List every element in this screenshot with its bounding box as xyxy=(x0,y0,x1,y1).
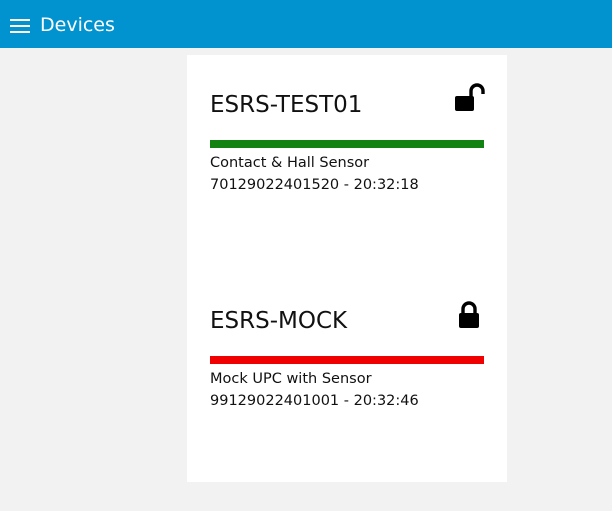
device-serial-time: 70129022401520 - 20:32:18 xyxy=(210,177,419,193)
page-title: Devices xyxy=(40,14,115,36)
device-card[interactable]: ESRS-TEST01 Contact & Hall Sensor 701290… xyxy=(187,55,507,255)
device-name: ESRS-MOCK xyxy=(210,308,348,334)
menu-line xyxy=(10,31,30,33)
hamburger-menu-icon[interactable] xyxy=(10,17,30,33)
device-card[interactable]: ESRS-MOCK Mock UPC with Sensor 991290224… xyxy=(187,271,507,471)
lock-closed-icon[interactable] xyxy=(453,299,485,329)
menu-line xyxy=(10,25,30,27)
device-type: Contact & Hall Sensor xyxy=(210,155,370,171)
menu-line xyxy=(10,19,30,21)
status-bar xyxy=(210,356,484,364)
device-serial-time: 99129022401001 - 20:32:46 xyxy=(210,393,419,409)
device-name: ESRS-TEST01 xyxy=(210,92,363,118)
device-list: ESRS-TEST01 Contact & Hall Sensor 701290… xyxy=(187,55,507,482)
lock-open-icon[interactable] xyxy=(453,83,485,113)
app-header: Devices xyxy=(0,0,612,48)
device-type: Mock UPC with Sensor xyxy=(210,371,372,387)
status-bar xyxy=(210,140,484,148)
